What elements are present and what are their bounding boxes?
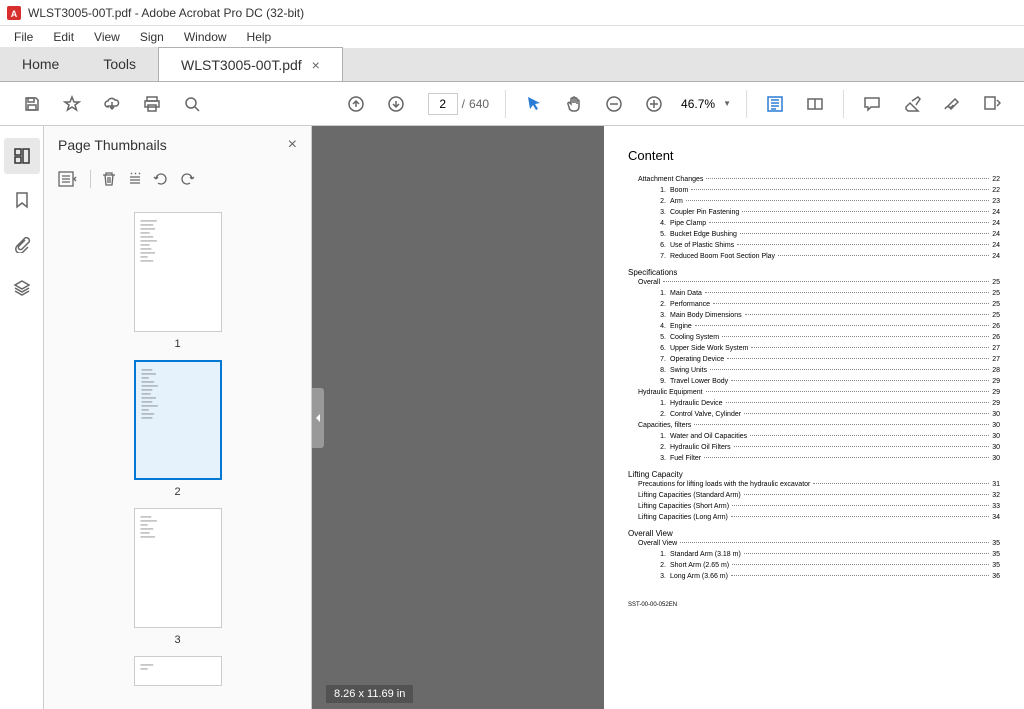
tab-document[interactable]: WLST3005-00T.pdf × [158,47,343,81]
main-area: Page Thumbnails × ━━━━━━━━━━━━━━━━━━━━━━… [0,126,1024,709]
thumbnails-title: Page Thumbnails [58,137,167,153]
page-dimensions: 8.26 x 11.69 in [326,685,413,703]
menu-edit[interactable]: Edit [43,28,84,46]
delete-button[interactable] [101,171,117,187]
zoom-select[interactable]: 46.7% ▼ [674,93,738,115]
find-button[interactable] [176,88,208,120]
highlight-button[interactable] [896,88,928,120]
layers-icon[interactable] [4,270,40,306]
separator [746,90,747,118]
separator [843,90,844,118]
thumbnail-page[interactable]: ━━━━━━━━━━━━━━━━━━━━━━━━━━━━━━━━━━━━━━━━… [134,212,222,332]
save-button[interactable] [16,88,48,120]
separator [90,170,91,188]
page-number-input[interactable] [428,93,458,115]
page-footer: SST-00-00-052EN [628,602,1000,608]
menu-help[interactable]: Help [237,28,282,46]
options-button[interactable] [58,171,80,187]
close-tab-icon[interactable]: × [312,57,320,73]
thumbnail-2[interactable]: ━━━━━━━━━━━━━━━━━━━━━━━━━━━━━━━━━━━━━━━━… [44,360,311,498]
hand-tool-button[interactable] [558,88,590,120]
read-mode-button[interactable] [799,88,831,120]
more-tools-button[interactable] [976,88,1008,120]
zoom-out-button[interactable] [598,88,630,120]
tab-tools[interactable]: Tools [81,47,158,81]
menubar: File Edit View Sign Window Help [0,26,1024,48]
rotate-cw-button[interactable] [179,171,195,187]
svg-text:A: A [11,9,18,19]
thumbnails-panel: Page Thumbnails × ━━━━━━━━━━━━━━━━━━━━━━… [44,126,312,709]
thumbnail-label: 3 [174,634,180,646]
pdf-icon: A [6,5,22,21]
document-viewer[interactable]: Content Attachment Changes22 1.Boom22 2.… [312,126,1024,709]
toc-section: Lifting Capacity [628,470,1000,479]
toc-text: Attachment Changes [638,175,703,185]
thumbnail-4[interactable]: ━━━━━━━━━━━ [44,656,311,686]
toc-page: 22 [992,175,1000,185]
titlebar: A WLST3005-00T.pdf - Adobe Acrobat Pro D… [0,0,1024,26]
rotate-ccw-button[interactable] [153,171,169,187]
close-panel-icon[interactable]: × [288,136,297,154]
separator [505,90,506,118]
tab-document-label: WLST3005-00T.pdf [181,57,302,73]
prev-page-button[interactable] [340,88,372,120]
tab-home[interactable]: Home [0,47,81,81]
page-total: 640 [469,97,489,111]
thumbnails-scroll[interactable]: ━━━━━━━━━━━━━━━━━━━━━━━━━━━━━━━━━━━━━━━━… [44,194,311,709]
fit-width-button[interactable] [759,88,791,120]
star-button[interactable] [56,88,88,120]
menu-view[interactable]: View [84,28,130,46]
page-sep: / [462,97,465,111]
print-pages-button[interactable] [127,171,143,187]
toc-section: Specifications [628,268,1000,277]
next-page-button[interactable] [380,88,412,120]
page-info: / 640 [424,93,489,115]
thumb-toolbar [44,164,311,194]
thumbnail-page[interactable]: ━━━━━━━━━━━ [134,656,222,686]
bookmarks-icon[interactable] [4,182,40,218]
attachments-icon[interactable] [4,226,40,262]
toolbar: / 640 46.7% ▼ [0,82,1024,126]
thumbnail-1[interactable]: ━━━━━━━━━━━━━━━━━━━━━━━━━━━━━━━━━━━━━━━━… [44,212,311,350]
thumbnail-page[interactable]: ━━━━━━━━━━━━━━━━━━━━━━━━━━━━━━━━━━━━━━━ [134,508,222,628]
window-title: WLST3005-00T.pdf - Adobe Acrobat Pro DC … [28,6,304,20]
tabbar: Home Tools WLST3005-00T.pdf × [0,48,1024,82]
thumbnails-icon[interactable] [4,138,40,174]
thumbnail-3[interactable]: ━━━━━━━━━━━━━━━━━━━━━━━━━━━━━━━━━━━━━━━ … [44,508,311,646]
cloud-button[interactable] [96,88,128,120]
select-tool-button[interactable] [518,88,550,120]
collapse-handle[interactable] [312,388,324,448]
print-button[interactable] [136,88,168,120]
zoom-value: 46.7% [681,97,715,111]
thumbnail-label: 1 [174,338,180,350]
thumbnail-page[interactable]: ━━━━━━━━━━━━━━━━━━━━━━━━━━━━━━━━━━━━━━━━… [134,360,222,480]
menu-file[interactable]: File [4,28,43,46]
chevron-down-icon: ▼ [723,99,731,108]
content-title: Content [628,148,1000,163]
comment-button[interactable] [856,88,888,120]
thumbnail-label: 2 [174,486,180,498]
thumbnails-header: Page Thumbnails × [44,126,311,164]
sign-button[interactable] [936,88,968,120]
menu-sign[interactable]: Sign [130,28,174,46]
page-view: Content Attachment Changes22 1.Boom22 2.… [604,126,1024,709]
toc-section: Overall View [628,529,1000,538]
sidebar-icons [0,126,44,709]
menu-window[interactable]: Window [174,28,237,46]
zoom-in-button[interactable] [638,88,670,120]
